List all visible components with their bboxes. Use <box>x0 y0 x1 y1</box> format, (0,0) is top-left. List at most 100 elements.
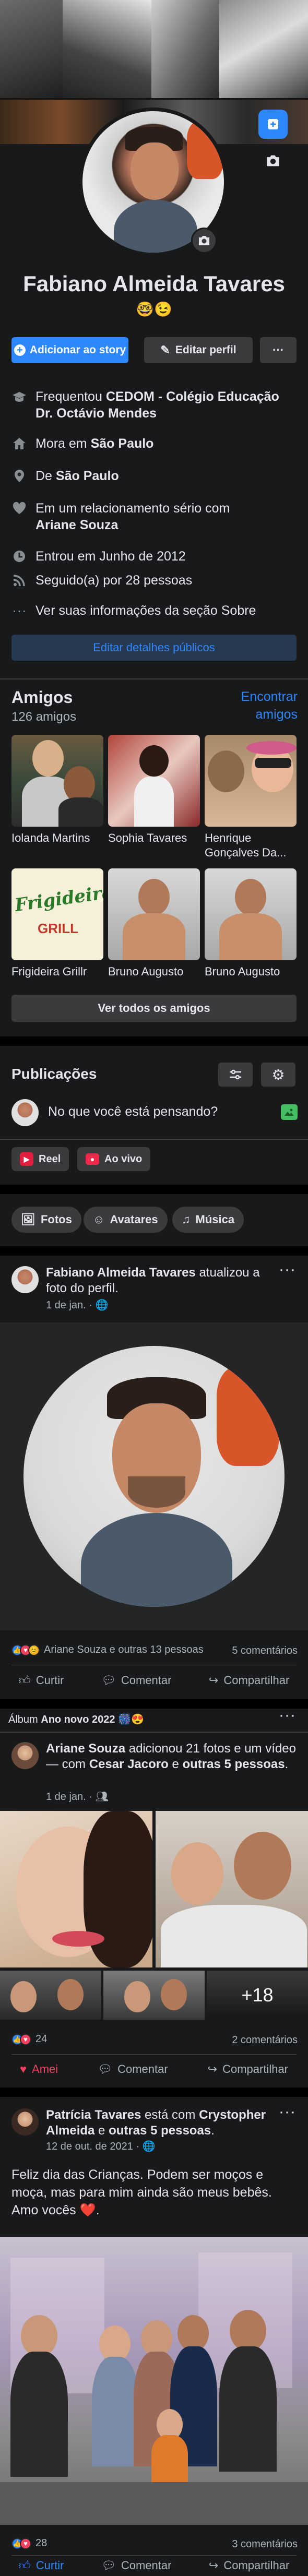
posts-title: Publicações <box>11 1066 97 1082</box>
globe-icon: 🌐 <box>95 1299 109 1311</box>
edit-profile-button[interactable]: ✎ Editar perfil <box>144 337 253 363</box>
more-options-button[interactable]: ··· <box>260 337 297 363</box>
cover-camera-button[interactable] <box>258 146 288 175</box>
post-author-avatar[interactable] <box>11 1742 39 1769</box>
post-photo[interactable] <box>0 1811 152 1967</box>
more-photos-count: +18 <box>207 1971 308 2020</box>
post-photo-more[interactable]: +18 <box>207 1971 308 2020</box>
album-header[interactable]: Álbum Ano novo 2022 🎆😍 <box>8 1713 144 1726</box>
friend-card[interactable]: Frigideira GRILL Frigideira Grillr <box>11 868 103 979</box>
post-settings-button[interactable]: ⚙ <box>261 1063 295 1087</box>
about-lives-in: Mora em São Paulo <box>11 435 153 452</box>
ellipsis-icon: ··· <box>12 602 27 618</box>
post-text: Feliz dia das Crianças. Podem ser moços … <box>11 2167 272 2217</box>
post-action-bar: 👍︎ Curtir 💬︎ Comentar ↪ Compartilhar <box>0 2558 308 2572</box>
post-date: 1 de jan. · 👥︎ <box>46 1791 109 1803</box>
photos-chip[interactable]: 🖼 Fotos <box>11 1207 81 1233</box>
friend-name: Iolanda Martins <box>11 831 90 844</box>
about-see-more[interactable]: ··· Ver suas informações da seção Sobre <box>11 602 256 619</box>
post-author-name[interactable]: Ariane Souza <box>46 1742 125 1756</box>
reel-button[interactable]: ▶ Reel <box>11 1147 69 1171</box>
find-friends-link[interactable]: Encontrar amigos <box>224 688 298 723</box>
friend-name: Henrique Gonçalves Da... <box>205 831 287 859</box>
comment-button[interactable]: 💬︎ Comentar <box>98 2062 168 2076</box>
post-date: 1 de jan. · 🌐 <box>46 1299 109 1311</box>
friends-title: Amigos <box>11 688 73 707</box>
album-options-button[interactable]: ··· <box>279 1707 296 1724</box>
post-comments-count[interactable]: 3 comentários <box>219 2538 298 2550</box>
live-video-icon: ● <box>86 1153 99 1165</box>
music-chip[interactable]: ♫ Música <box>172 1207 244 1233</box>
post-options-button[interactable]: ··· <box>279 2103 296 2121</box>
friend-card[interactable]: Sophia Tavares <box>108 735 200 845</box>
composer-avatar[interactable] <box>11 1099 39 1126</box>
post-date: 12 de out. de 2021 · 🌐 <box>46 2141 156 2152</box>
school-icon <box>13 392 26 402</box>
add-cover-story-button[interactable] <box>258 110 288 139</box>
share-button[interactable]: ↪ Compartilhar <box>209 1673 289 1687</box>
post-header: Ariane Souza adicionou 21 fotos e um víd… <box>46 1742 296 1771</box>
post-author-avatar[interactable] <box>11 1266 39 1293</box>
post-photo[interactable] <box>0 1322 308 1630</box>
about-school[interactable]: Frequentou CEDOM - Colégio Educação Dr. … <box>11 388 293 422</box>
music-note-icon: ♫ <box>182 1213 191 1226</box>
post-photo[interactable] <box>156 1811 308 1967</box>
clock-icon <box>14 551 25 562</box>
about-relationship: Em um relacionamento sério com Ariane So… <box>11 500 273 533</box>
avatars-chip[interactable]: ☺ Avatares <box>84 1207 168 1233</box>
post-comments-count[interactable]: 2 comentários <box>219 2034 298 2046</box>
change-profile-picture-button[interactable] <box>191 228 217 254</box>
camera-icon <box>267 155 279 166</box>
thumbs-up-icon: 👍︎ <box>18 2559 31 2572</box>
post-reactions[interactable]: 👍 ♥ 😊 Ariane Souza e outras 13 pessoas <box>11 1644 204 1656</box>
post-author-avatar[interactable] <box>11 2108 39 2136</box>
love-button[interactable]: ♥ Amei <box>20 2062 58 2076</box>
pencil-icon: ✎ <box>160 343 170 356</box>
like-button[interactable]: 👍︎ Curtir <box>19 1673 64 1687</box>
like-button[interactable]: 👍︎ Curtir <box>19 2558 64 2572</box>
share-button[interactable]: ↪ Compartilhar <box>208 2062 288 2076</box>
live-button[interactable]: ● Ao vivo <box>77 1147 151 1171</box>
friend-card[interactable]: Henrique Gonçalves Da... <box>205 735 297 860</box>
add-to-story-button[interactable]: + Adicionar ao story <box>11 337 128 363</box>
composer-input[interactable]: No que você está pensando? <box>48 1104 218 1119</box>
about-joined: Entrou em Junho de 2012 <box>11 548 186 565</box>
comment-button[interactable]: 💬︎ Comentar <box>101 1673 172 1687</box>
post-options-button[interactable]: ··· <box>279 1261 296 1279</box>
post-reactions[interactable]: 👍 ♥ 28 <box>11 2537 47 2549</box>
see-all-friends-button[interactable]: Ver todos os amigos <box>11 995 297 1022</box>
profile-bio-emoji: 🤓😉 <box>136 301 172 317</box>
gear-icon: ⚙ <box>271 1066 285 1083</box>
friend-name: Frigideira Grillr <box>11 965 87 978</box>
friends-audience-icon: 👥︎ <box>95 1791 109 1803</box>
post-author-name[interactable]: Fabiano Almeida Tavares <box>46 1266 196 1280</box>
friend-card[interactable]: Bruno Augusto <box>205 868 297 979</box>
share-icon: ↪ <box>207 2062 218 2076</box>
post-photo[interactable] <box>0 2237 308 2525</box>
edit-public-details-button[interactable]: Editar detalhes públicos <box>11 635 297 661</box>
friend-name: Sophia Tavares <box>108 831 187 844</box>
heart-icon: ♥ <box>19 2062 27 2076</box>
post-comments-count[interactable]: 5 comentários <box>219 1645 298 1657</box>
filters-button[interactable] <box>218 1063 253 1087</box>
profile-name: Fabiano Almeida Tavares <box>23 271 285 296</box>
post-photo[interactable] <box>0 1971 101 2020</box>
comment-button[interactable]: 💬︎ Comentar <box>101 2558 172 2572</box>
post-header: Fabiano Almeida Tavares atualizou a foto… <box>46 1266 260 1295</box>
friend-name: Bruno Augusto <box>205 965 280 978</box>
share-button[interactable]: ↪ Compartilhar <box>209 2558 289 2572</box>
share-icon: ↪ <box>208 1673 219 1687</box>
about-followers[interactable]: Seguido(a) por 28 pessoas <box>11 572 192 589</box>
image-icon: 🖼 <box>21 1213 35 1226</box>
post-reactions[interactable]: 👍 ♥ 24 <box>11 2033 47 2045</box>
plus-circle-icon: + <box>14 344 26 356</box>
friend-card[interactable]: Bruno Augusto <box>108 868 200 979</box>
post-photo[interactable] <box>103 1971 205 2020</box>
photo-icon[interactable] <box>281 1104 298 1120</box>
love-reaction-icon: ♥ <box>20 2537 31 2549</box>
friend-card[interactable]: Iolanda Martins <box>11 735 103 845</box>
camera-icon <box>199 236 209 245</box>
friend-photo <box>205 735 297 827</box>
post-author-name[interactable]: Patrícia Tavares <box>46 2108 141 2122</box>
friend-photo <box>205 868 297 960</box>
